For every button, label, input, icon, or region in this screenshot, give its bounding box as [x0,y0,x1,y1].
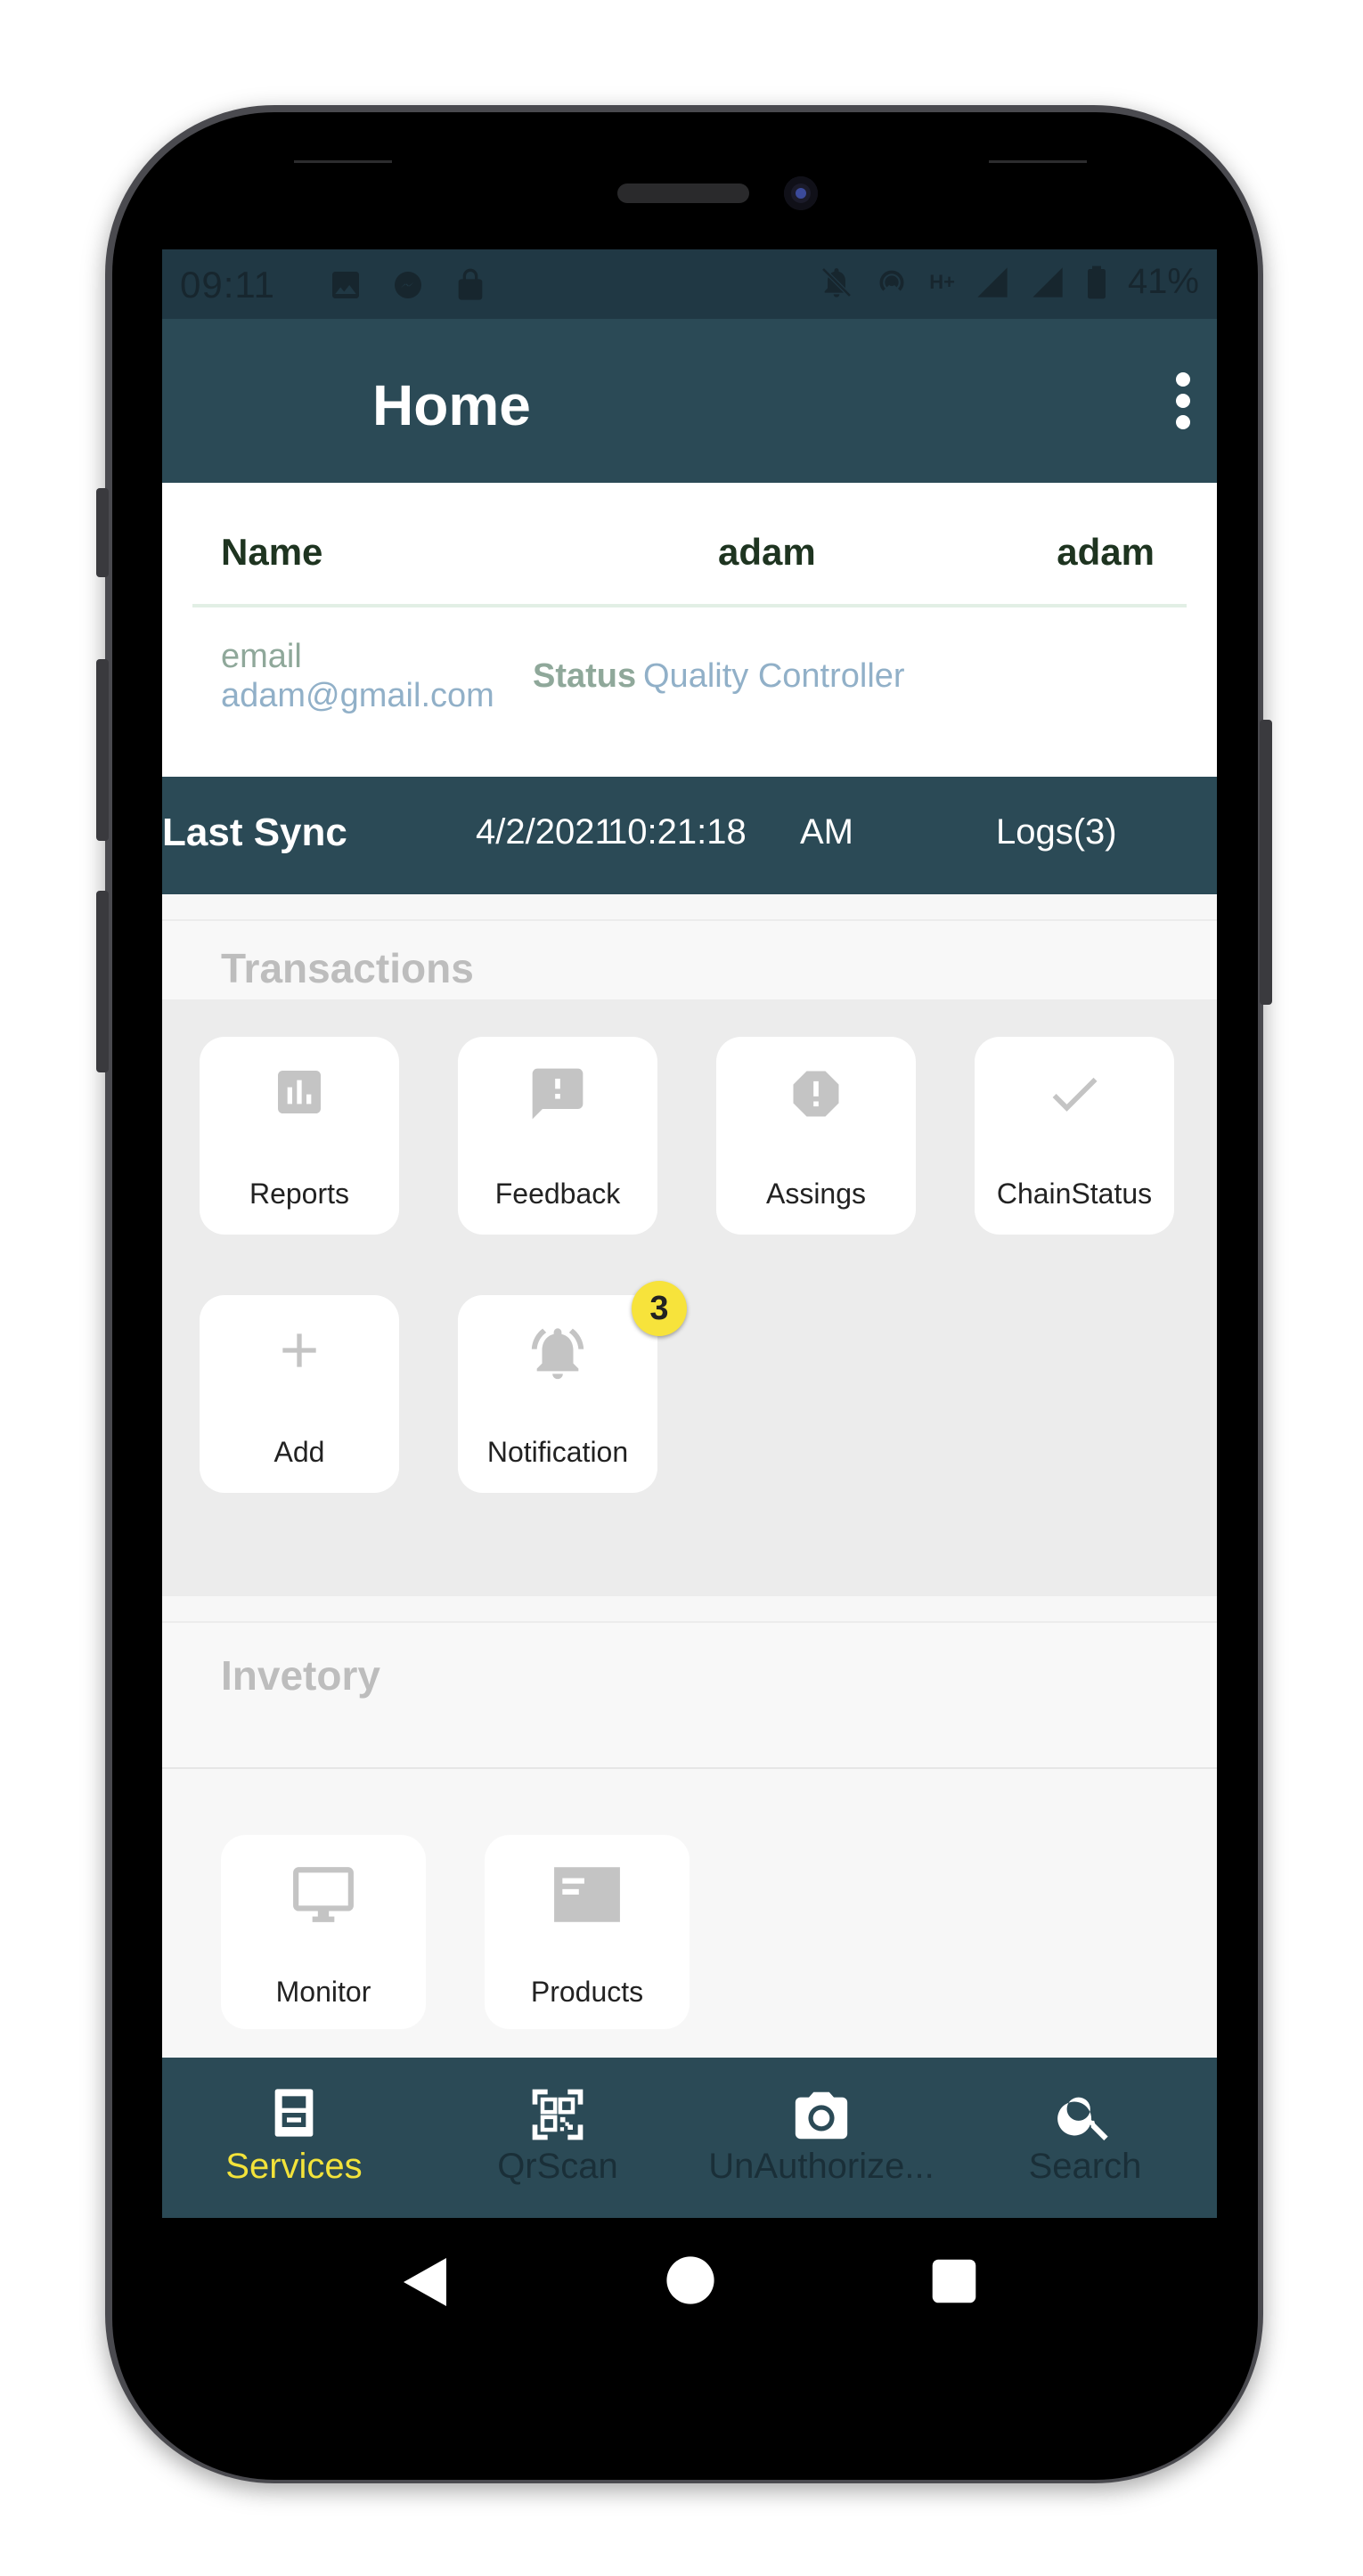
nav-label: Services [225,2147,363,2186]
back-icon[interactable] [401,2255,449,2309]
first-name: adam [718,531,816,573]
status-bar: 09:11 H+ 41% [162,249,1217,319]
qr-code-icon [532,2089,584,2140]
home-icon[interactable] [665,2255,715,2305]
messenger-icon [395,272,421,298]
inventory-title: Invetory [221,1652,380,1699]
front-camera [784,176,818,210]
page-title: Home [372,373,531,437]
volume-up-button [96,659,109,841]
tile-label: ChainStatus [996,1178,1153,1210]
bar-chart-icon [278,1071,321,1113]
more-vert-icon[interactable] [1171,372,1196,429]
name-label: Name [221,531,323,573]
transactions-header: Transactions [162,919,1217,1001]
email-value: adam@gmail.com [221,677,494,714]
sync-bar: Last Sync 4/2/2021 10:21:18 AM Logs(3) [162,777,1217,894]
signal-icon-2 [1032,266,1063,298]
app-screen: 09:11 H+ 41% Home Name adam adam email a… [162,249,1217,2218]
volume-down-button [96,891,109,1072]
notification-badge: 3 [632,1281,687,1336]
inventory-header: Invetory [162,1621,1217,1769]
products-tile[interactable]: Products [485,1835,690,2029]
battery-level: 41% [1127,262,1199,301]
nav-qrscan[interactable]: QrScan [426,2058,690,2218]
recents-icon[interactable] [930,2257,978,2305]
chainstatus-tile[interactable]: ChainStatus [975,1037,1174,1235]
mute-icon [821,266,852,298]
battery-icon [1087,265,1106,298]
monitor-icon [293,1867,354,1922]
bottom-navigation: Services QrScan UnAuthorize... Search [162,2058,1217,2218]
transactions-title: Transactions [221,945,474,991]
feedback-icon [532,1068,584,1120]
tile-label: Add [273,1436,325,1468]
nav-search[interactable]: Search [953,2058,1217,2218]
network-type: H+ [929,270,955,293]
lock-icon [458,268,483,300]
tile-label: Reports [249,1178,350,1210]
feedback-tile[interactable]: Feedback [458,1037,657,1235]
tile-label: Monitor [275,1976,371,2008]
app-bar: Home [162,319,1217,483]
nav-label: QrScan [497,2147,618,2186]
sync-date: 4/2/2021 [476,812,615,852]
transactions-grid: Reports Feedback Assings ChainStatus Add… [162,999,1217,1596]
product-card-icon [554,1867,620,1922]
reports-tile[interactable]: Reports [200,1037,399,1235]
nav-services[interactable]: Services [162,2058,426,2218]
logs-link[interactable]: Logs(3) [996,812,1117,852]
sync-time: 10:21:18 [608,812,747,852]
camera-icon [795,2091,848,2140]
nav-label: UnAuthorize... [708,2147,935,2186]
notification-tile[interactable]: Notification [458,1295,657,1493]
side-button [96,488,109,577]
tile-label: Products [530,1976,644,2008]
services-icon [274,2089,314,2137]
status-label: Status [533,657,637,695]
bell-icon [531,1328,584,1380]
power-button [1260,720,1272,1005]
earpiece [617,183,749,203]
assings-tile[interactable]: Assings [716,1037,916,1235]
status-value: Quality Controller [643,657,905,695]
bezel-line-left [294,160,392,163]
email-label: email [221,638,302,675]
nav-label: Search [1028,2147,1142,2186]
sync-ampm: AM [800,812,853,852]
tile-label: Assings [765,1178,867,1210]
search-icon [1057,2097,1108,2140]
hotspot-icon [879,270,904,291]
nav-unauthorized[interactable]: UnAuthorize... [690,2058,953,2218]
monitor-tile[interactable]: Monitor [221,1835,426,2029]
tile-label: Notification [486,1436,629,1468]
error-badge-icon [793,1071,839,1117]
check-icon [1052,1077,1098,1112]
status-system-icons: H+ 41% [819,262,1199,302]
add-tile[interactable]: Add [200,1295,399,1493]
profile-divider [192,604,1187,607]
system-navigation-bar [162,2218,1217,2352]
status-time: 09:11 [180,264,275,306]
status-notification-icons [328,267,488,303]
last-sync-label: Last Sync [162,811,347,854]
tile-label: Feedback [494,1178,621,1210]
last-name: adam [1057,531,1155,573]
bezel-line-right [989,160,1087,163]
plus-icon [282,1333,316,1367]
image-icon [332,272,359,298]
signal-icon [977,266,1008,298]
profile-card: Name adam adam email adam@gmail.com Stat… [162,483,1217,777]
